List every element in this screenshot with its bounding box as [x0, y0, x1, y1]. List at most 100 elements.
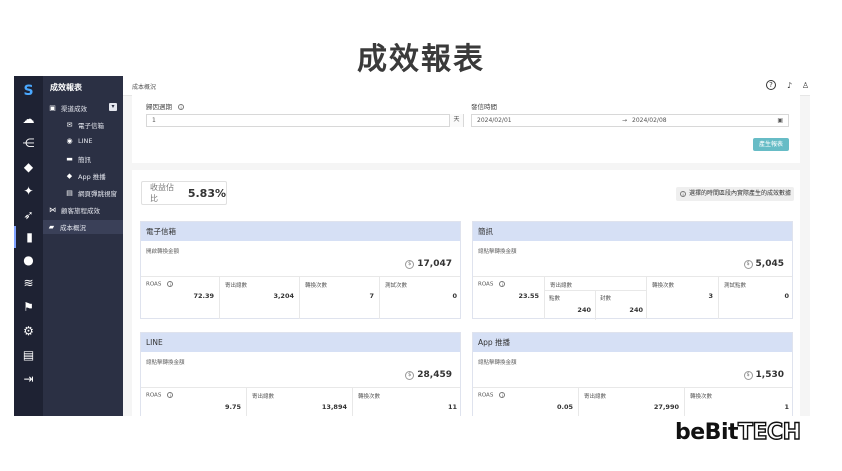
- total-value: 5,045: [755, 259, 784, 269]
- sidebar: 成效報表 ▣ 渠道成效 ▾ ✉ 電子信箱 ◉ LINE ▬ 簡訊 ◆ App 推…: [43, 76, 123, 416]
- card-subtitle: 總點擊轉換金額: [146, 360, 185, 366]
- metrics-row: ROAS i 9.75 寄出總數 13,894 轉換次數 11: [141, 387, 460, 416]
- layers-icon[interactable]: ≋: [14, 272, 43, 294]
- calendar-icon[interactable]: ▣: [777, 115, 783, 126]
- channel-icon: ▣: [49, 104, 56, 112]
- card-title: 簡訊: [473, 222, 792, 241]
- user-icon[interactable]: ♙: [800, 80, 810, 91]
- sidebar-item-label: LINE: [78, 137, 93, 145]
- sidebar-item-channel-performance[interactable]: ▣ 渠道成效: [48, 103, 87, 113]
- magic-icon[interactable]: ✦: [14, 180, 43, 202]
- roas-value: 0.05: [556, 403, 573, 411]
- date-range-picker[interactable]: 2024/02/01 → 2024/02/08 ▣: [471, 114, 789, 127]
- metrics-row: ROAS i 23.55 寄出總數 點數 240 封數 240 轉換次數 3 測…: [473, 276, 794, 320]
- count-label: 封數: [600, 296, 612, 302]
- sidebar-item-journey[interactable]: ⋈ 顧客旅程成效: [48, 205, 100, 215]
- coin-icon: $: [405, 370, 415, 380]
- sidebar-item-label: 顧客旅程成效: [61, 207, 100, 215]
- bell-icon: ◆: [66, 172, 73, 180]
- gear-icon[interactable]: ⚙: [14, 320, 43, 342]
- slide-title: 成效報表: [357, 42, 485, 77]
- metric-label: 轉換次數: [305, 283, 328, 289]
- share-icon[interactable]: ⋲: [14, 132, 43, 154]
- bar-chart-icon[interactable]: ▮: [14, 226, 43, 248]
- lookback-value: 1: [152, 117, 156, 124]
- conversion-value: 7: [369, 292, 374, 300]
- metric-label: ROAS i: [146, 281, 174, 288]
- roas-value: 9.75: [224, 403, 241, 411]
- brand-part1: beBit: [675, 420, 739, 445]
- lookback-input[interactable]: 1 天: [146, 114, 464, 127]
- book-icon[interactable]: ▤: [14, 344, 43, 366]
- coin-icon: $: [405, 259, 415, 269]
- card-total: $17,047: [405, 259, 452, 269]
- cloud-icon[interactable]: ☁: [14, 108, 43, 130]
- conversion-value: 11: [447, 403, 457, 411]
- test-cell: 測試次數 0: [380, 277, 462, 319]
- sidebar-item-sms[interactable]: ▬ 簡訊: [65, 154, 91, 164]
- chevron-down-icon[interactable]: ▾: [109, 103, 117, 111]
- metrics-row: ROAS i 0.05 寄出總數 27,990 轉換次數 1: [473, 387, 792, 416]
- metric-label: 寄出總數: [550, 283, 573, 289]
- conversion-cell: 轉換次數 11: [353, 388, 462, 416]
- lookback-label: 歸因週期 i: [146, 101, 184, 111]
- metric-label: 轉換次數: [358, 394, 381, 400]
- breadcrumb: 成本概況: [132, 84, 157, 91]
- top-bar: 成本概況 ? ♪ ♙: [123, 76, 810, 96]
- sent-value: 13,894: [321, 403, 347, 411]
- bell-icon[interactable]: ♪: [784, 80, 795, 91]
- results-area: 收益佔比 5.83% i 選擇的時間區段內實際產生的成效數據 電子信箱 開啟轉換金…: [132, 170, 800, 416]
- rocket-icon[interactable]: ➶: [14, 204, 43, 226]
- conversion-cell: 轉換次數 3: [647, 277, 719, 319]
- metric-label: ROAS i: [478, 281, 506, 288]
- app-logo-icon[interactable]: S: [14, 80, 43, 102]
- exit-icon[interactable]: ⇥: [14, 368, 43, 390]
- sidebar-item-cost-overview[interactable]: ▰ 成本概況: [43, 220, 123, 234]
- period-label: 發信時間: [471, 103, 497, 111]
- line-card: LINE 總點擊轉換金額 $28,459 ROAS i 9.75 寄出總數 13,…: [140, 332, 461, 416]
- test-value: 0: [452, 292, 457, 300]
- sidebar-item-line[interactable]: ◉ LINE: [65, 137, 93, 145]
- sidebar-item-label: 電子信箱: [78, 122, 104, 130]
- folder-icon: ▰: [48, 223, 55, 231]
- date-separator: →: [622, 117, 628, 124]
- metric-label: 寄出總數: [252, 394, 275, 400]
- tag-icon[interactable]: ◆: [14, 156, 43, 178]
- test-value: 0: [784, 292, 789, 300]
- info-icon: i: [499, 281, 506, 287]
- sidebar-item-app-push[interactable]: ◆ App 推播: [65, 171, 106, 181]
- test-cell: 測試點數 0: [719, 277, 794, 319]
- sidebar-item-label: 簡訊: [78, 156, 91, 164]
- sent-cell: 寄出總數 13,894: [247, 388, 353, 416]
- lookback-label-text: 歸因週期: [146, 103, 172, 111]
- flag-icon[interactable]: ⚑: [14, 296, 43, 318]
- sent-cell: 寄出總數 27,990: [579, 388, 685, 416]
- sidebar-item-label: 渠道成效: [61, 105, 87, 113]
- roas-label: ROAS: [146, 392, 162, 399]
- roas-cell: ROAS i 23.55: [473, 277, 545, 319]
- sms-icon: ▬: [66, 155, 73, 163]
- conversion-value: 1: [784, 403, 789, 411]
- card-total: $1,530: [743, 370, 784, 380]
- help-icon[interactable]: ?: [766, 80, 776, 90]
- generate-report-button[interactable]: 產生報表: [753, 138, 789, 151]
- roas-label: ROAS: [146, 281, 162, 288]
- user-icon[interactable]: ●: [14, 249, 43, 271]
- metric-label: ROAS i: [146, 392, 174, 399]
- info-icon: i: [499, 392, 506, 398]
- date-end: 2024/02/08: [632, 117, 667, 124]
- roas-label: ROAS: [478, 392, 494, 399]
- mail-icon: ✉: [66, 121, 73, 129]
- card-title: 電子信箱: [141, 222, 460, 241]
- metric-label: 測試次數: [385, 283, 408, 289]
- metric-label: 測試點數: [724, 283, 747, 289]
- sms-card: 簡訊 總點擊轉換金額 $5,045 ROAS i 23.55 寄出總數 點數 24…: [472, 221, 794, 320]
- sidebar-item-web-popup[interactable]: ▤ 網頁彈跳視窗: [65, 188, 117, 198]
- metric-label: 寄出總數: [584, 394, 607, 400]
- conversion-cell: 轉換次數 1: [685, 388, 794, 416]
- sidebar-item-email[interactable]: ✉ 電子信箱: [65, 120, 104, 130]
- coin-icon: $: [743, 370, 753, 380]
- info-icon: i: [680, 190, 686, 197]
- total-value: 17,047: [417, 259, 452, 269]
- count-value: 240: [629, 306, 643, 314]
